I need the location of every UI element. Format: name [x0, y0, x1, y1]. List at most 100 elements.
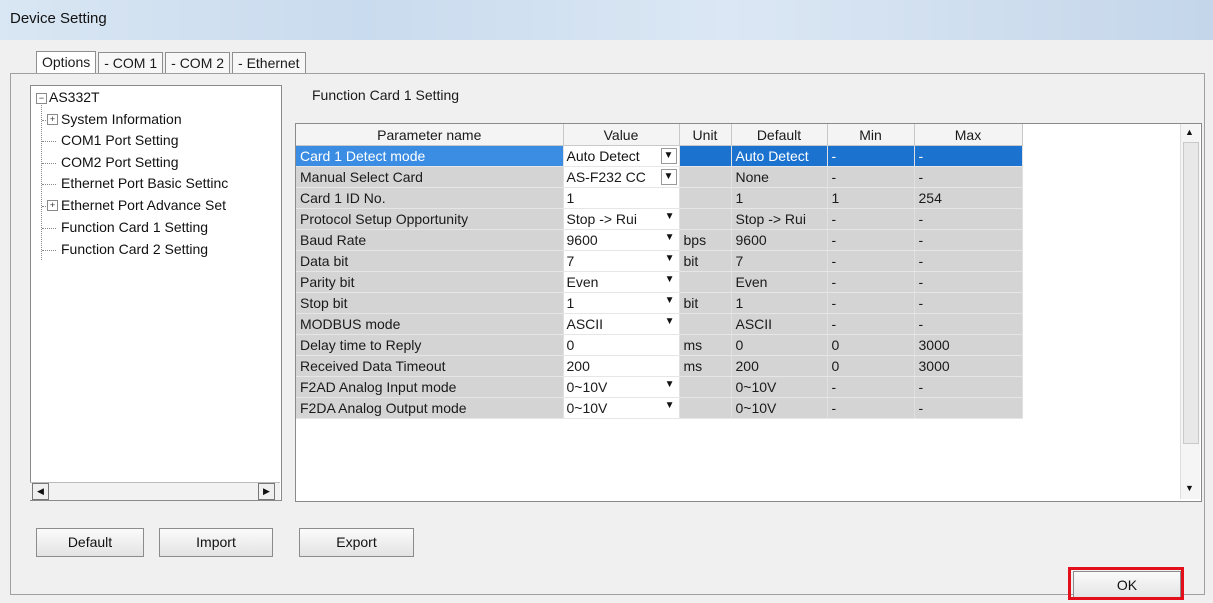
cell-min: -: [827, 145, 915, 167]
cell-name: Baud Rate: [296, 229, 564, 251]
parameter-grid: Parameter name Value Unit Default Min Max Car…: [295, 123, 1202, 502]
cell-name: F2DA Analog Output mode: [296, 397, 564, 419]
cell-unit: ms: [679, 355, 732, 377]
cell-min: -: [827, 208, 915, 230]
tree-item[interactable]: COM1 Port Setting: [61, 132, 179, 148]
cell-max: -: [914, 145, 1023, 167]
scroll-up-icon[interactable]: ▲: [1182, 125, 1197, 140]
tab-com1[interactable]: - COM 1: [98, 52, 164, 73]
header-max: Max: [914, 124, 1023, 146]
cell-default: ASCII: [731, 313, 828, 335]
cell-default: Auto Detect: [731, 145, 828, 167]
value-input[interactable]: 200: [563, 355, 680, 377]
header-min: Min: [827, 124, 915, 146]
table-row[interactable]: F2AD Analog Input mode0~10V0~10V--: [296, 376, 1023, 398]
table-row[interactable]: Received Data Timeout 200 ms 200 0 3000: [296, 355, 1023, 377]
expand-icon[interactable]: +: [47, 114, 58, 125]
cell-min: 0: [827, 334, 915, 356]
cell-default: 0: [731, 334, 828, 356]
cell-name: Manual Select Card: [296, 166, 564, 188]
cell-min: -: [827, 271, 915, 293]
cell-max: -: [914, 208, 1023, 230]
table-row[interactable]: Card 1 Detect modeAuto DetectAuto Detect…: [296, 145, 1023, 167]
tree-guide-line: [41, 105, 42, 260]
tree-item[interactable]: Ethernet Port Advance Set: [61, 197, 226, 213]
cell-unit: bps: [679, 229, 732, 251]
cell-name: Protocol Setup Opportunity: [296, 208, 564, 230]
tree-item[interactable]: Ethernet Port Basic Settinc: [61, 175, 228, 191]
value-input[interactable]: 1: [563, 187, 680, 209]
tree-item[interactable]: COM2 Port Setting: [61, 154, 179, 170]
table-row[interactable]: MODBUS modeASCIIASCII--: [296, 313, 1023, 335]
cell-name: Stop bit: [296, 292, 564, 314]
cell-min: -: [827, 376, 915, 398]
value-dropdown[interactable]: 0~10V: [563, 397, 680, 419]
value-dropdown[interactable]: AS-F232 CC: [563, 166, 680, 188]
cell-default: 200: [731, 355, 828, 377]
tree-item[interactable]: System Information: [61, 111, 182, 127]
export-button[interactable]: Export: [299, 528, 414, 557]
table-row[interactable]: Protocol Setup OpportunityStop -> RuiSto…: [296, 208, 1023, 230]
scroll-thumb[interactable]: [1183, 142, 1199, 444]
value-dropdown[interactable]: 7: [563, 250, 680, 272]
scroll-right-icon[interactable]: ▶: [258, 483, 275, 500]
table-row[interactable]: Parity bitEvenEven--: [296, 271, 1023, 293]
expand-icon[interactable]: +: [47, 200, 58, 211]
cell-name: Parity bit: [296, 271, 564, 293]
cell-name: Card 1 ID No.: [296, 187, 564, 209]
tab-options[interactable]: Options: [36, 51, 97, 74]
cell-unit: [679, 145, 732, 167]
table-row[interactable]: Manual Select CardAS-F232 CCNone--: [296, 166, 1023, 188]
value-dropdown[interactable]: 0~10V: [563, 376, 680, 398]
tree-horizontal-scrollbar[interactable]: ◀ ▶: [30, 482, 280, 500]
scroll-down-icon[interactable]: ▼: [1182, 481, 1197, 496]
cell-max: -: [914, 313, 1023, 335]
cell-name: Delay time to Reply: [296, 334, 564, 356]
cell-unit: [679, 397, 732, 419]
settings-tree[interactable]: − AS332T + System Information COM1 Port Se…: [30, 85, 282, 501]
value-dropdown[interactable]: ASCII: [563, 313, 680, 335]
scroll-left-icon[interactable]: ◀: [32, 483, 49, 500]
cell-default: None: [731, 166, 828, 188]
cell-max: -: [914, 229, 1023, 251]
default-button[interactable]: Default: [36, 528, 144, 557]
value-dropdown[interactable]: 9600: [563, 229, 680, 251]
collapse-icon[interactable]: −: [36, 93, 47, 104]
cell-min: -: [827, 250, 915, 272]
cell-max: 3000: [914, 334, 1023, 356]
table-row[interactable]: Stop bit1bit1--: [296, 292, 1023, 314]
value-input[interactable]: 0: [563, 334, 680, 356]
tab-com2[interactable]: - COM 2: [165, 52, 231, 73]
value-dropdown[interactable]: Auto Detect: [563, 145, 680, 167]
window-title: Device Setting: [10, 10, 107, 27]
cell-min: 0: [827, 355, 915, 377]
cell-max: 254: [914, 187, 1023, 209]
tree-root[interactable]: AS332T: [49, 89, 100, 105]
cell-name: Data bit: [296, 250, 564, 272]
cell-default: 7: [731, 250, 828, 272]
table-row[interactable]: Card 1 ID No. 1 1 1 254: [296, 187, 1023, 209]
tree-item[interactable]: Function Card 2 Setting: [61, 241, 208, 257]
cell-unit: [679, 166, 732, 188]
tree-item[interactable]: Function Card 1 Setting: [61, 219, 208, 235]
tab-bar: Options - COM 1 - COM 2 - Ethernet: [36, 51, 308, 74]
table-row[interactable]: Delay time to Reply 0 ms 0 0 3000: [296, 334, 1023, 356]
value-dropdown[interactable]: Stop -> Rui: [563, 208, 680, 230]
tree-branch-line: [42, 250, 56, 251]
cell-max: -: [914, 397, 1023, 419]
grid-vertical-scrollbar[interactable]: ▲ ▼: [1180, 124, 1200, 499]
table-row[interactable]: Baud Rate9600bps9600--: [296, 229, 1023, 251]
table-row[interactable]: F2DA Analog Output mode0~10V0~10V--: [296, 397, 1023, 419]
cell-max: -: [914, 250, 1023, 272]
title-bar: Device Setting: [0, 0, 1213, 40]
tree-branch-line: [42, 228, 56, 229]
table-row[interactable]: Data bit7bit7--: [296, 250, 1023, 272]
tab-ethernet[interactable]: - Ethernet: [232, 52, 306, 73]
cell-min: -: [827, 397, 915, 419]
import-button[interactable]: Import: [159, 528, 273, 557]
tree-branch-line: [42, 163, 56, 164]
value-dropdown[interactable]: 1: [563, 292, 680, 314]
ok-highlight-outline: [1068, 567, 1184, 600]
value-dropdown[interactable]: Even: [563, 271, 680, 293]
cell-min: 1: [827, 187, 915, 209]
